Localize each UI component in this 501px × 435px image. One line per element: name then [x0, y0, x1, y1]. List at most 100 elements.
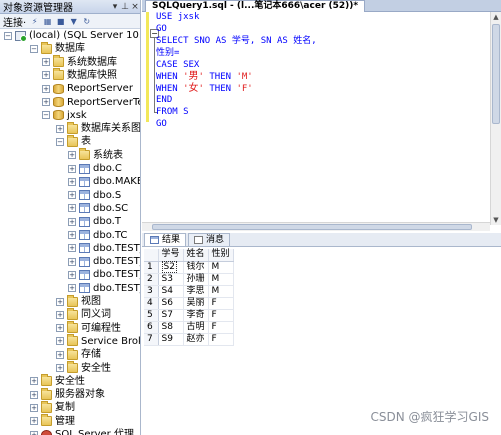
tree-node[interactable]: + 同义词: [56, 307, 111, 321]
tab-sqlquery1[interactable]: SQLQuery1.sql - (l...笔记本666\acer (52))*: [145, 0, 366, 12]
expand-icon[interactable]: +: [56, 350, 64, 359]
expand-icon[interactable]: +: [56, 324, 64, 333]
tree-node[interactable]: + 存储: [56, 347, 101, 361]
expand-icon[interactable]: +: [68, 191, 76, 200]
tree-node[interactable]: − (local) (SQL Server 10.50.16: [4, 29, 140, 42]
code-area[interactable]: USE jxsk GO SELECT SNO AS 学号, SN AS 姓名, 性别=…: [156, 12, 317, 131]
tree-node[interactable]: − 数据库: [30, 41, 85, 55]
table-cell[interactable]: 古明: [183, 321, 209, 334]
expand-icon[interactable]: +: [68, 151, 76, 160]
tree-node[interactable]: + 数据库关系图: [56, 121, 140, 135]
query-editor[interactable]: − USE jxsk GO SELECT SNO AS 学号, SN AS 姓名, 性…: [142, 12, 490, 225]
table-cell[interactable]: F: [208, 309, 234, 322]
table-cell[interactable]: 钱尔: [183, 261, 209, 274]
table-cell[interactable]: F: [208, 297, 234, 310]
table-cell[interactable]: 李思: [183, 285, 209, 298]
expand-icon[interactable]: +: [56, 310, 64, 319]
scroll-up-icon[interactable]: ▲: [491, 12, 501, 22]
collapse-icon[interactable]: −: [30, 44, 38, 53]
table-cell[interactable]: 孙珊: [183, 273, 209, 286]
table-row[interactable]: 7 S9 赵亦 F: [144, 333, 234, 346]
refresh-icon[interactable]: ↻: [82, 17, 91, 26]
tree-node[interactable]: + 数据库快照: [42, 68, 117, 82]
expand-icon[interactable]: +: [68, 257, 76, 266]
tree-node[interactable]: + dbo.TEST_SC: [68, 268, 140, 281]
column-header[interactable]: 姓名: [183, 249, 209, 262]
table-row[interactable]: 5 S7 李奇 F: [144, 309, 234, 322]
expand-icon[interactable]: +: [56, 297, 64, 306]
expand-icon[interactable]: +: [68, 244, 76, 253]
tree-node[interactable]: + dbo.MAKEUP: [68, 175, 140, 188]
tree-node[interactable]: + 管理: [30, 414, 75, 428]
expand-icon[interactable]: +: [42, 98, 50, 106]
tree-node[interactable]: + dbo.TEST_S: [68, 255, 140, 268]
tree-node[interactable]: − jxsk: [42, 109, 87, 122]
tab-messages[interactable]: 消息: [188, 233, 231, 246]
expand-icon[interactable]: +: [42, 58, 50, 67]
tree-node[interactable]: + 安全性: [30, 374, 85, 388]
tree-node[interactable]: + ReportServerTempD: [42, 96, 140, 109]
tree-node[interactable]: + 复制: [30, 400, 75, 414]
table-row[interactable]: 1 S2 钱尔 M: [144, 260, 234, 274]
table-row[interactable]: 4 S6 吴丽 F: [144, 297, 234, 310]
pin-icon[interactable]: ⊥: [120, 2, 130, 12]
tree-node[interactable]: + dbo.S: [68, 189, 121, 202]
expand-icon[interactable]: +: [68, 204, 76, 213]
results-grid[interactable]: 学号 姓名 性别 1 S2 钱尔 M 2 S3 孙珊 M 3 S4 李思 M 4 S6 吴丽 F 5 S7 李奇 F 6…: [144, 249, 234, 346]
dropdown-icon[interactable]: ▾: [110, 2, 120, 12]
table-row[interactable]: 2 S3 孙珊 M: [144, 273, 234, 286]
horizontal-scroll-thumb[interactable]: [152, 224, 472, 230]
collapse-icon[interactable]: −: [42, 111, 50, 120]
disconnect-icon[interactable]: ▦: [43, 17, 52, 26]
tree-node[interactable]: + dbo.C: [68, 162, 122, 175]
connect-icon[interactable]: ⚡: [30, 17, 39, 26]
expand-icon[interactable]: +: [68, 284, 76, 293]
expand-icon[interactable]: +: [30, 377, 38, 386]
tree-node[interactable]: + ReportServer: [42, 82, 133, 95]
table-cell[interactable]: S7: [158, 309, 184, 322]
table-cell[interactable]: F: [208, 321, 234, 334]
expand-icon[interactable]: +: [30, 430, 38, 435]
tree-node[interactable]: + 系统表: [68, 148, 123, 162]
table-row[interactable]: 6 S8 古明 F: [144, 321, 234, 334]
table-cell[interactable]: 李奇: [183, 309, 209, 322]
collapse-icon[interactable]: −: [4, 31, 12, 40]
column-header[interactable]: 学号: [158, 249, 184, 262]
expand-icon[interactable]: +: [42, 71, 50, 80]
tree-node[interactable]: + 视图: [56, 294, 101, 308]
table-cell[interactable]: S2: [158, 260, 184, 274]
tree-node[interactable]: + 系统数据库: [42, 55, 117, 69]
tree-node[interactable]: − 表: [56, 134, 91, 148]
expand-icon[interactable]: +: [68, 231, 76, 239]
table-cell[interactable]: M: [208, 285, 234, 298]
tree-node[interactable]: + 可编程性: [56, 321, 121, 335]
stop-icon[interactable]: ■: [56, 17, 65, 26]
collapse-icon[interactable]: −: [56, 137, 64, 146]
filter-icon[interactable]: ▼: [69, 17, 78, 26]
scroll-down-icon[interactable]: ▼: [491, 215, 501, 225]
table-cell[interactable]: M: [208, 273, 234, 286]
expand-icon[interactable]: +: [30, 417, 38, 426]
close-icon[interactable]: ×: [130, 2, 140, 12]
scroll-thumb[interactable]: [492, 24, 500, 124]
table-cell[interactable]: S6: [158, 297, 184, 310]
expand-icon[interactable]: +: [30, 390, 38, 399]
tree-node[interactable]: + Service Broker: [56, 334, 140, 348]
tree-node[interactable]: + 安全性: [56, 361, 111, 375]
tree-node[interactable]: + dbo.TEST_C: [68, 242, 140, 255]
table-cell[interactable]: S8: [158, 321, 184, 334]
table-row[interactable]: 3 S4 李思 M: [144, 285, 234, 298]
editor-horizontal-scrollbar[interactable]: [142, 222, 490, 231]
editor-vertical-scrollbar[interactable]: ▲ ▼: [490, 12, 501, 225]
expand-icon[interactable]: +: [42, 84, 50, 93]
column-header[interactable]: 性别: [208, 249, 234, 262]
table-cell[interactable]: S4: [158, 285, 184, 298]
table-cell[interactable]: S9: [158, 333, 184, 346]
expand-icon[interactable]: +: [56, 124, 64, 133]
expand-icon[interactable]: +: [30, 403, 38, 412]
tree-node[interactable]: + dbo.SC: [68, 202, 128, 215]
table-cell[interactable]: F: [208, 333, 234, 346]
expand-icon[interactable]: +: [56, 364, 64, 372]
table-cell[interactable]: 赵亦: [183, 333, 209, 346]
tree-node[interactable]: + SQL Server 代理: [30, 428, 134, 435]
